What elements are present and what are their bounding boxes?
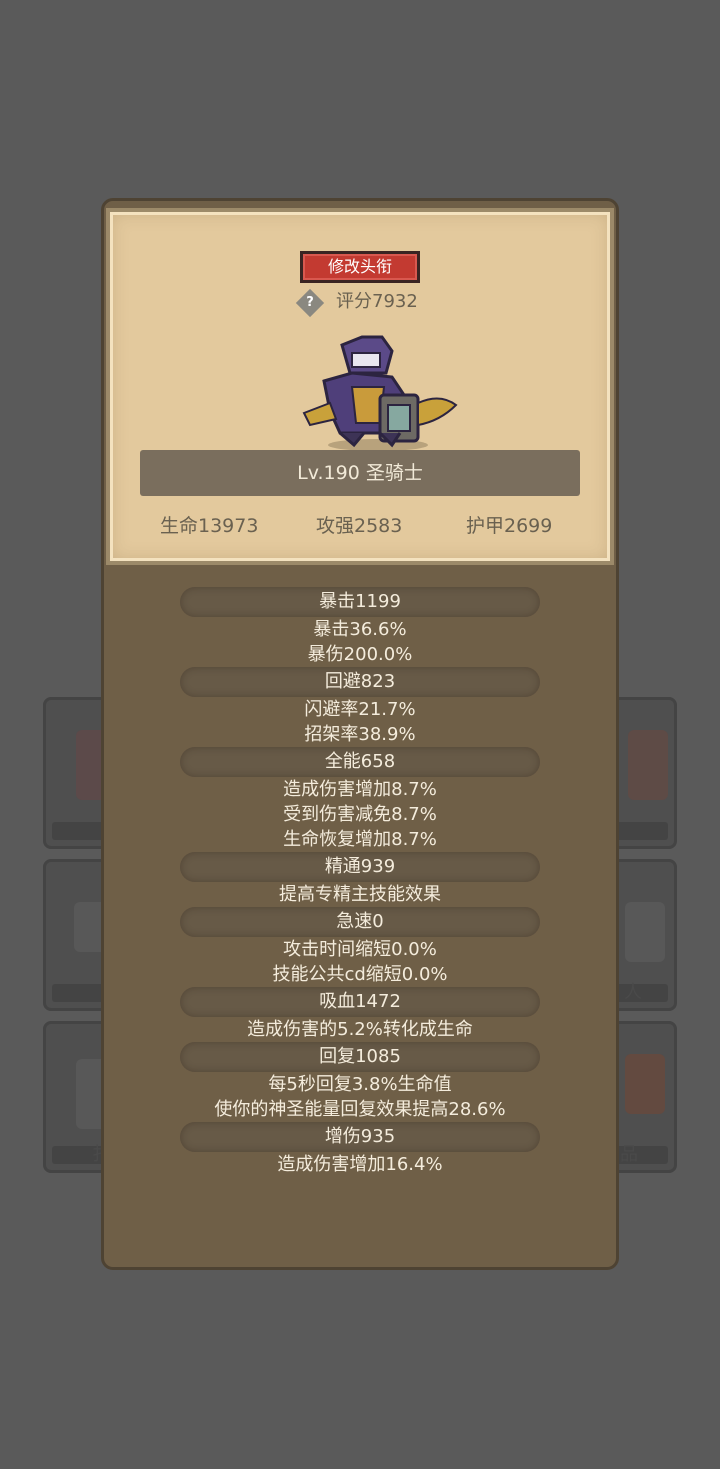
stat-title: 全能658 [180,747,540,777]
stat-title: 吸血1472 [180,987,540,1017]
stat-title: 暴击1199 [180,587,540,617]
stat-group-mastery: 精通939 提高专精主技能效果 [140,852,580,907]
stat-title: 回复1085 [180,1042,540,1072]
item-icon [625,1054,665,1114]
stat-detail: 攻击时间缩短0.0% [283,939,437,960]
stat-detail: 闪避率21.7% [304,699,416,720]
stat-group-lifesteal: 吸血1472 造成伤害的5.2%转化成生命 [140,987,580,1042]
stat-group-crit: 暴击1199 暴击36.6% 暴伤200.0% [140,587,580,667]
stat-title: 精通939 [180,852,540,882]
score-text: 评分7932 [336,291,418,312]
item-icon [628,730,668,800]
stat-detail: 使你的神圣能量回复效果提高28.6% [214,1099,506,1120]
stat-detail: 造成伤害的5.2%转化成生命 [247,1019,473,1040]
help-icon[interactable]: ? [295,288,325,318]
stat-detail: 技能公共cd缩短0.0% [272,964,448,985]
hero-name-level: Lv.190 圣骑士 [140,450,580,496]
stat-detail: 暴击36.6% [313,619,407,640]
stat-detail: 提高专精主技能效果 [279,884,441,905]
help-icon-glyph: ? [306,295,314,310]
item-icon [625,902,665,962]
stat-detail: 暴伤200.0% [307,644,413,665]
edit-title-button[interactable]: 修改头衔 [300,251,420,283]
stat-group-avoidance: 回避823 闪避率21.7% 招架率38.9% [140,667,580,747]
paladin-avatar [302,335,458,451]
stat-detail: 造成伤害增加16.4% [277,1154,443,1175]
stat-detail: 造成伤害增加8.7% [283,779,437,800]
stat-detail: 招架率38.9% [304,724,416,745]
stat-group-haste: 急速0 攻击时间缩短0.0% 技能公共cd缩短0.0% [140,907,580,987]
card-label: 人 [624,982,642,1003]
stat-armor: 护甲2699 [466,515,553,537]
stat-hp: 生命13973 [160,515,259,537]
stats-list: 暴击1199 暴击36.6% 暴伤200.0% 回避823 闪避率21.7% 招… [140,587,580,1177]
stat-detail: 生命恢复增加8.7% [283,829,437,850]
stat-title: 增伤935 [180,1122,540,1152]
stat-group-versatility: 全能658 造成伤害增加8.7% 受到伤害减免8.7% 生命恢复增加8.7% [140,747,580,852]
stat-title: 回避823 [180,667,540,697]
stat-detail: 每5秒回复3.8%生命值 [268,1074,452,1095]
stat-title: 急速0 [180,907,540,937]
stat-group-regen: 回复1085 每5秒回复3.8%生命值 使你的神圣能量回复效果提高28.6% [140,1042,580,1122]
stat-detail: 受到伤害减免8.7% [283,804,437,825]
card-label: 品 [620,1144,638,1165]
stat-attack-power: 攻强2583 [316,515,403,537]
stat-group-damage-bonus: 增伤935 造成伤害增加16.4% [140,1122,580,1177]
